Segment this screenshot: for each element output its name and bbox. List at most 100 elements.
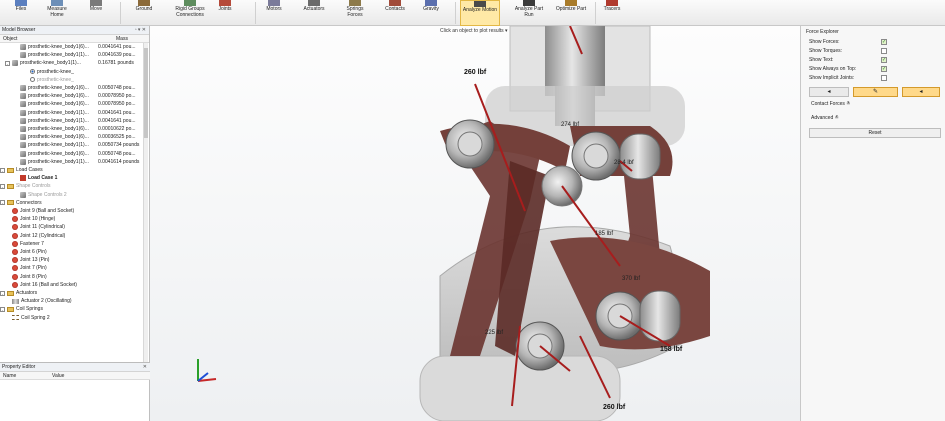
collapse-toggle[interactable]: - bbox=[0, 183, 5, 189]
option-checkbox[interactable]: ✓ bbox=[881, 66, 887, 72]
tree-item[interactable]: Actuator 2 (Oscillating) bbox=[0, 297, 143, 305]
tree-item-label: prosthetic-knee_body1(6)... bbox=[28, 85, 89, 91]
tree-item[interactable]: Joint 11 (Cylindrical) bbox=[0, 223, 143, 231]
tree-item[interactable]: Shape Controls 2 bbox=[0, 191, 143, 199]
contact-forces-toggle[interactable]: Contact Forces ≚ bbox=[811, 101, 851, 107]
tree-item[interactable]: - Load Cases bbox=[0, 166, 143, 174]
column-object[interactable]: Object bbox=[3, 35, 17, 43]
tree-scrollbar[interactable] bbox=[143, 43, 148, 369]
collapse-toggle[interactable]: - bbox=[0, 200, 5, 206]
knee-model[interactable] bbox=[150, 26, 800, 421]
force-label[interactable]: 370 lbf bbox=[622, 276, 640, 282]
tree-item[interactable]: Joint 6 (Pin) bbox=[0, 248, 143, 256]
gravity-tool[interactable]: Gravity bbox=[420, 0, 442, 26]
tree-item[interactable]: Joint 7 (Pin) bbox=[0, 264, 143, 272]
force-label[interactable]: 185 lbf bbox=[595, 231, 613, 237]
option-checkbox[interactable]: ✓ bbox=[881, 57, 887, 63]
tree-item[interactable]: Joint 10 (Hinge) bbox=[0, 215, 143, 223]
tree-item[interactable]: Coil Spring 2 bbox=[0, 314, 143, 322]
reset-button[interactable]: Reset bbox=[809, 128, 941, 138]
panel-controls[interactable]: ▫ ▾ ✕ bbox=[135, 26, 146, 35]
column-value[interactable]: Value bbox=[52, 372, 64, 380]
tree-item[interactable]: prosthetic-knee_ bbox=[0, 76, 143, 84]
tree-item[interactable]: - Coil Springs bbox=[0, 305, 143, 313]
tree-item[interactable]: prosthetic-knee_body1(1)... 0.0041641 pou… bbox=[0, 109, 143, 117]
tree-item[interactable]: - Connectors bbox=[0, 199, 143, 207]
tree-item[interactable]: prosthetic-knee_body1(6)... 0.00010622 po… bbox=[0, 125, 143, 133]
tree-item[interactable]: prosthetic-knee_body1(1)... 0.0041614 pou… bbox=[0, 158, 143, 166]
toolbar-separator bbox=[120, 2, 121, 24]
tree-item-label: Joint 13 (Pin) bbox=[20, 257, 50, 264]
column-name[interactable]: Name bbox=[3, 372, 16, 380]
property-editor-panel: Property Editor ✕ Name Value bbox=[0, 362, 150, 421]
panel-controls[interactable]: ✕ bbox=[143, 363, 147, 372]
tree-item[interactable]: prosthetic-knee_body1(6)... 0.00078950 po… bbox=[0, 92, 143, 100]
joint-icon bbox=[12, 216, 18, 223]
option-checkbox[interactable]: ✓ bbox=[881, 39, 887, 45]
optimize-part-tool[interactable]: Optimize Part bbox=[552, 0, 590, 26]
collapse-toggle[interactable]: - bbox=[5, 60, 10, 66]
option-checkbox[interactable] bbox=[881, 75, 887, 81]
load-case-icon bbox=[20, 175, 26, 182]
collapse-toggle[interactable]: - bbox=[0, 167, 5, 173]
lower-socket[interactable] bbox=[419, 355, 621, 421]
analyze-motion-tool[interactable]: Analyze Motion bbox=[460, 0, 500, 26]
force-label[interactable]: 260 lbf bbox=[603, 404, 625, 411]
tree-item[interactable]: prosthetic-knee_ bbox=[0, 68, 143, 76]
tree-item[interactable]: prosthetic-knee_body1(1)... 0.0050734 pou… bbox=[0, 141, 143, 149]
pin-top-right-end[interactable] bbox=[619, 133, 661, 180]
view-mode-button-2[interactable]: ✎ bbox=[853, 87, 898, 97]
analyze-part-tool[interactable]: Analyze Part Run bbox=[510, 0, 548, 26]
tree-item[interactable]: Joint 13 (Pin) bbox=[0, 256, 143, 264]
tree-item[interactable]: Joint 16 (Ball and Socket) bbox=[0, 281, 143, 289]
contacts-tool[interactable]: Contacts bbox=[380, 0, 410, 26]
joints-tool[interactable]: Joints bbox=[214, 0, 236, 26]
scrollbar-thumb[interactable] bbox=[144, 48, 148, 138]
tree-item[interactable]: - Shape Controls bbox=[0, 182, 143, 190]
tree-item[interactable]: prosthetic-knee_body1(6)... 0.00078950 po… bbox=[0, 100, 143, 108]
column-mass[interactable]: Mass bbox=[116, 35, 128, 43]
advanced-toggle[interactable]: Advanced ≚ bbox=[811, 115, 839, 121]
tree-item[interactable]: prosthetic-knee_body1(6)... 0.0050748 pou… bbox=[0, 150, 143, 158]
collapse-toggle[interactable]: - bbox=[0, 290, 5, 296]
tree-item[interactable]: Joint 12 (Cylindrical) bbox=[0, 232, 143, 240]
tree-item-label: Joint 6 (Pin) bbox=[20, 249, 47, 255]
part-icon bbox=[20, 44, 26, 51]
part-icon bbox=[20, 191, 26, 198]
tree-item[interactable]: prosthetic-knee_body1(1)... 0.0041641 pou… bbox=[0, 117, 143, 125]
tracers-tool[interactable]: Tracers bbox=[600, 0, 624, 26]
tree-item[interactable]: Load Case 1 bbox=[0, 174, 143, 182]
tool-label: Actuators bbox=[303, 6, 325, 12]
force-label[interactable]: 225 lbf bbox=[485, 330, 503, 336]
springs-tool[interactable]: Springs Forces bbox=[342, 0, 368, 26]
radio-icon[interactable] bbox=[30, 69, 35, 75]
force-label[interactable]: 28.4 lbf bbox=[614, 160, 634, 166]
tree-item[interactable]: - prosthetic-knee_body1(1)... 0.16781 poun… bbox=[0, 59, 143, 67]
tree-item[interactable]: Joint 9 (Ball and Socket) bbox=[0, 207, 143, 215]
ground-tool[interactable]: Ground bbox=[132, 0, 156, 26]
3d-viewport[interactable]: Click an object to plot results ▾ 260 lb… bbox=[150, 26, 800, 421]
move-tool[interactable]: Move bbox=[85, 0, 107, 26]
option-checkbox[interactable] bbox=[881, 48, 887, 54]
motors-tool[interactable]: Motors bbox=[262, 0, 286, 26]
tree-item[interactable]: Joint 8 (Pin) bbox=[0, 273, 143, 281]
model-browser-header: Model Browser ▫ ▾ ✕ bbox=[0, 26, 149, 35]
files-tool[interactable]: Files bbox=[10, 0, 32, 26]
force-label[interactable]: 274 lbf bbox=[561, 122, 579, 128]
pin-lower-right-end[interactable] bbox=[639, 290, 681, 342]
tree-item[interactable]: - Actuators bbox=[0, 289, 143, 297]
force-label[interactable]: 260 lbf bbox=[464, 69, 486, 76]
view-mode-button-1[interactable]: ◂ bbox=[809, 87, 849, 97]
measure-tool[interactable]: Measure Home bbox=[40, 0, 74, 26]
radio-icon[interactable] bbox=[30, 77, 35, 83]
force-label[interactable]: 158 lbf bbox=[660, 346, 682, 353]
collapse-toggle[interactable]: - bbox=[0, 306, 5, 312]
tree-item[interactable]: Fastener 7 bbox=[0, 240, 143, 248]
rigid-groups-tool[interactable]: Rigid Groups Connections bbox=[170, 0, 210, 26]
tree-item[interactable]: prosthetic-knee_body1(6)... 0.00036525 po… bbox=[0, 133, 143, 141]
tree-item[interactable]: prosthetic-knee_body1(6)... 0.0050748 pou… bbox=[0, 84, 143, 92]
actuators-tool[interactable]: Actuators bbox=[300, 0, 328, 26]
tree-item[interactable]: prosthetic-knee_body1(6)... 0.0041641 pou… bbox=[0, 43, 143, 51]
tree-item[interactable]: prosthetic-knee_body1(1)... 0.0041639 pou… bbox=[0, 51, 143, 59]
view-mode-button-3[interactable]: ◂ bbox=[902, 87, 940, 97]
